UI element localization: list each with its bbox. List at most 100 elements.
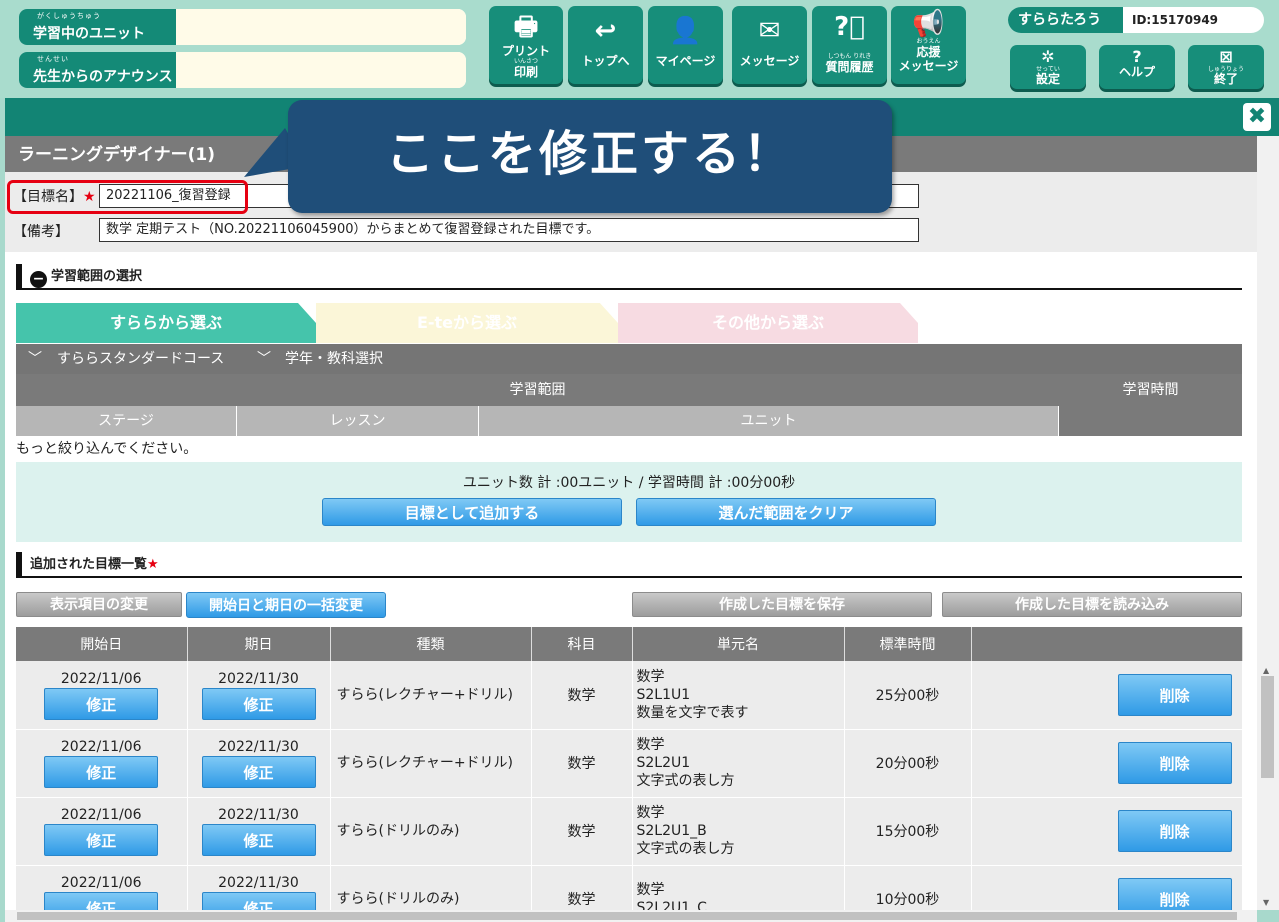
unit-name-cell: 数学 S2L1U1 数量を文字で表す — [632, 661, 845, 730]
kind-text: すらら(レクチャー+ドリル) — [336, 686, 514, 703]
vertical-scrollbar[interactable]: ▲ ▼ — [1257, 136, 1279, 910]
fix-due-button[interactable]: 修正 — [201, 824, 316, 856]
close-square-icon: ⊠ — [1219, 47, 1233, 66]
horizontal-scrollbar[interactable] — [5, 910, 1257, 922]
kind-cell: すらら(ドリルのみ) — [330, 797, 532, 866]
add-goal-button[interactable]: 目標として追加する — [322, 498, 622, 526]
message-button[interactable]: ✉ メッセージ — [732, 6, 807, 84]
action-cell: 削除 — [971, 865, 1243, 910]
start-date: 2022/11/06 — [60, 670, 142, 687]
display-items-button[interactable]: 表示項目の変更 — [16, 592, 182, 617]
goals-section-header: 追加された目標一覧★ — [16, 552, 1242, 578]
start-date: 2022/11/06 — [60, 807, 142, 823]
cheer-message-button[interactable]: 📢 おうえん 応援 メッセージ — [891, 6, 966, 84]
filter-message: もっと絞り込んでください。 — [16, 441, 198, 457]
scroll-up-arrow-icon[interactable]: ▲ — [1263, 666, 1269, 675]
user-id: ID:15170949 — [1132, 13, 1219, 27]
fix-start-button[interactable]: 修正 — [44, 756, 159, 788]
table-row: 2022/11/06 修正 2022/11/30 修正 すらら(レクチャー+ドリル) 数学… — [16, 661, 1243, 730]
unit-name-cell: 数学 S2L2U1 文字式の表し方 — [632, 729, 845, 798]
range-section-header[interactable]: − 学習範囲の選択 — [16, 264, 1242, 290]
col-subject: 科目 — [531, 627, 633, 661]
delete-button[interactable]: 削除 — [1117, 742, 1232, 784]
unit-name-cell: 数学 S2L2U1_C — [632, 865, 845, 910]
top-bar: がくしゅうちゅう 学習中のユニット せんせい 先生からのアナウンス 🖶 プリント… — [0, 0, 1279, 98]
scroll-thumb[interactable] — [1261, 676, 1274, 778]
learning-unit-row[interactable]: がくしゅうちゅう 学習中のユニット — [19, 9, 466, 45]
print-label-2: 印刷 — [513, 65, 538, 79]
message-label: メッセージ — [739, 54, 800, 68]
settings-label: 設定 — [1035, 72, 1060, 86]
unit-subject: 数学 — [636, 737, 665, 753]
delete-button[interactable]: 削除 — [1117, 810, 1232, 852]
summary-area: ユニット数 計 :00ユニット / 学習時間 計 :00分00秒 目標として追加… — [16, 462, 1242, 542]
goals-section-title: 追加された目標一覧 — [30, 557, 148, 572]
kind-text: すらら(ドリルのみ) — [336, 823, 460, 839]
unit-subject: 数学 — [636, 882, 665, 898]
unit-name-cell: 数学 S2L2U1_B 文字式の表し方 — [632, 797, 845, 866]
scroll-thumb[interactable] — [17, 912, 1237, 920]
table-header-row: 開始日 期日 種類 科目 単元名 標準時間 — [16, 627, 1243, 661]
unit-column: ユニット — [479, 406, 1059, 436]
learning-unit-value — [176, 9, 466, 45]
load-goal-button[interactable]: 作成した目標を読み込み — [942, 592, 1242, 617]
due-date: 2022/11/30 — [218, 670, 299, 687]
scroll-down-arrow-icon[interactable]: ▼ — [1263, 898, 1269, 907]
fix-start-button[interactable]: 修正 — [44, 687, 159, 720]
fix-due-button[interactable]: 修正 — [201, 892, 316, 910]
mypage-button[interactable]: 👤 マイページ — [648, 6, 723, 84]
announcement-label: せんせい 先生からのアナウンス — [19, 52, 176, 88]
close-icon[interactable]: ✖ — [1243, 103, 1271, 131]
help-button[interactable]: ? ヘルプ — [1099, 45, 1175, 89]
kind-text: すらら(ドリルのみ) — [336, 891, 460, 907]
due-date: 2022/11/30 — [218, 875, 299, 891]
tab-surala[interactable]: すららから選ぶ — [16, 303, 316, 343]
top-page-button[interactable]: ↩ トップへ — [568, 6, 643, 84]
settings-button[interactable]: ✲ せってい 設定 — [1010, 45, 1086, 89]
fix-start-button[interactable]: 修正 — [44, 824, 159, 856]
print-button[interactable]: 🖶 プリント いんさつ 印刷 — [489, 6, 563, 84]
unit-code: S2L1U1 — [636, 686, 691, 703]
table-row: 2022/11/06 修正 2022/11/30 修正 すらら(ドリルのみ) 数学 数学 S2… — [16, 797, 1243, 866]
range-header: 学習範囲 — [509, 382, 566, 398]
col-start-date: 開始日 — [16, 627, 188, 661]
bulk-date-change-button[interactable]: 開始日と期日の一括変更 — [186, 592, 386, 618]
unit-subject: 数学 — [636, 805, 665, 821]
tab-other[interactable]: その他から選ぶ — [618, 303, 918, 343]
table-row: 2022/11/06 修正 2022/11/30 修正 すらら(レクチャー+ドリル) 数学… — [16, 729, 1243, 798]
delete-button[interactable]: 削除 — [1117, 673, 1232, 716]
quit-button[interactable]: ⊠ しゅうりょう 終了 — [1188, 45, 1264, 89]
note-label: 【備考】 — [13, 224, 69, 240]
chevron-down-icon[interactable]: ﹀ — [257, 344, 271, 374]
goals-table: 開始日 期日 種類 科目 単元名 標準時間 2022/11/06 修正 2022/1… — [16, 627, 1243, 910]
save-goal-button[interactable]: 作成した目標を保存 — [632, 592, 932, 617]
due-date-cell: 2022/11/30 修正 — [187, 865, 331, 910]
standard-time-cell: 20分00秒 — [844, 729, 972, 798]
delete-button[interactable]: 削除 — [1117, 878, 1232, 910]
fix-due-button[interactable]: 修正 — [201, 756, 316, 788]
grade-subject-dropdown[interactable]: 学年・教科選択 — [285, 344, 383, 374]
chevron-down-icon[interactable]: ﹀ — [28, 344, 42, 374]
lesson-column: レッスン — [237, 406, 479, 436]
unit-title: 文字式の表し方 — [636, 841, 735, 857]
action-cell: 削除 — [971, 729, 1243, 798]
fix-start-button[interactable]: 修正 — [44, 892, 159, 910]
cheer-label-1: 応援 — [916, 45, 941, 59]
top-page-label: トップへ — [581, 54, 630, 68]
tab-ete[interactable]: E-teから選ぶ — [316, 303, 618, 343]
col-actions — [971, 627, 1243, 661]
summary-text: ユニット数 計 :00ユニット / 学習時間 計 :00分00秒 — [462, 475, 796, 491]
announcement-value — [176, 52, 466, 88]
note-input[interactable]: 数学 定期テスト（NO.20221106045900）からまとめて復習登録された… — [99, 218, 919, 242]
printer-icon: 🖶 — [513, 12, 539, 42]
question-history-button[interactable]: ?⃞ しつもん りれき 質問履歴 — [812, 6, 887, 84]
fix-due-button[interactable]: 修正 — [201, 687, 316, 720]
collapse-icon[interactable]: − — [30, 271, 47, 288]
table-row: 2022/11/06 修正 2022/11/30 修正 すらら(ドリルのみ) 数学 数学 S2… — [16, 865, 1243, 910]
course-dropdown[interactable]: すららスタンダードコース — [57, 344, 224, 374]
clear-range-button[interactable]: 選んだ範囲をクリア — [636, 498, 936, 526]
megaphone-icon: 📢 — [912, 9, 945, 39]
kind-cell: すらら(ドリルのみ) — [330, 865, 532, 910]
announcement-row[interactable]: せんせい 先生からのアナウンス — [19, 52, 466, 88]
col-due-date: 期日 — [187, 627, 331, 661]
